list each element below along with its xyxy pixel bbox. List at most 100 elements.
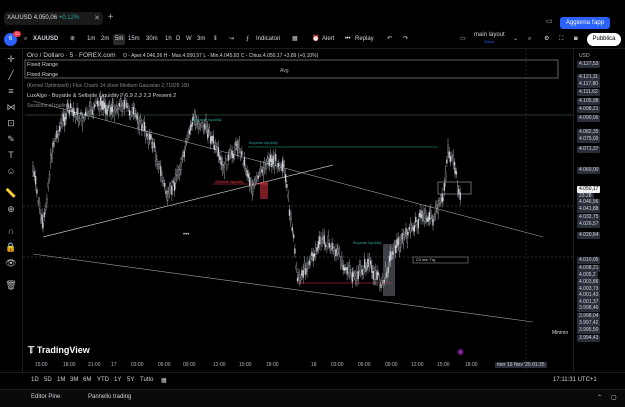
candle-body	[181, 156, 183, 160]
candle-body	[273, 158, 276, 168]
tf-D[interactable]: D	[176, 34, 180, 45]
candle-body	[299, 277, 302, 282]
tf-3m[interactable]: 3m	[197, 34, 205, 45]
crosshair-icon[interactable]: ✛	[5, 53, 17, 65]
camera-icon[interactable]: ◙	[574, 34, 578, 45]
indicator-fixed-range-1[interactable]: Fixed Range	[27, 62, 58, 68]
trash-icon[interactable]: 🗑	[5, 279, 17, 291]
candle-body	[36, 189, 38, 194]
chart-pane[interactable]: Oro / Dollaro · 5 · FOREX.com O - Aper.4…	[23, 49, 573, 372]
publish-button[interactable]: Pubblica	[587, 33, 621, 46]
tf-30m[interactable]: 30m	[146, 34, 158, 45]
chat-icon[interactable]: ▭	[546, 17, 553, 25]
eye-icon[interactable]: 👁	[5, 257, 17, 269]
candle-body	[311, 251, 313, 257]
layout-icon[interactable]: ▭	[460, 34, 466, 45]
candle-body	[315, 247, 317, 255]
indicators-icon[interactable]: ⨍	[246, 34, 249, 45]
tf-5m[interactable]: 5m	[113, 34, 126, 45]
price-label: 4.050,17	[577, 186, 601, 193]
candle-body	[272, 155, 274, 164]
zoom-icon[interactable]: ⊕	[5, 203, 17, 215]
range-ytd[interactable]: YTD	[97, 377, 109, 383]
range-3m[interactable]: 3M	[70, 377, 78, 383]
alert-icon[interactable]: ⏰	[312, 34, 319, 45]
candle-body	[42, 222, 44, 228]
alert-button[interactable]: Alert	[322, 34, 334, 45]
chevron-down-icon[interactable]: ⌄	[513, 34, 518, 45]
redo-icon[interactable]: ↷	[403, 34, 408, 45]
tab-symbol: XAUUSD	[7, 15, 33, 21]
lock-icon[interactable]: 🔒	[5, 241, 17, 253]
replay-icon[interactable]: ⏮	[345, 34, 350, 45]
tf-W[interactable]: W	[186, 34, 192, 45]
price-label: 4.082,35	[577, 129, 601, 136]
add-symbol-icon[interactable]: ⊕	[70, 34, 75, 45]
candle-body	[284, 174, 287, 183]
clock-label[interactable]: 17:11:31 UTC+1	[553, 377, 597, 383]
range-6m[interactable]: 6M	[83, 377, 91, 383]
range-5d[interactable]: 5D	[44, 377, 52, 383]
maximize-icon[interactable]: ▢	[611, 394, 617, 401]
tf-1h[interactable]: 1h	[165, 34, 172, 45]
symbol-legend[interactable]: Oro / Dollaro · 5 · FOREX.com	[27, 52, 116, 59]
upgrade-button[interactable]: Aggiorna l'app	[560, 17, 610, 29]
event-icon[interactable]: ◉	[457, 347, 464, 356]
tf-1m[interactable]: 1m	[87, 34, 95, 45]
candle-body	[234, 147, 236, 155]
candle-body	[201, 121, 203, 125]
fib-icon[interactable]: ≡	[5, 85, 17, 97]
candle-body	[362, 269, 365, 276]
indicator-kernel[interactable]: (Kernel Optimized) | Flux Charts 14 clos…	[27, 83, 189, 89]
range-5y[interactable]: 5Y	[127, 377, 134, 383]
indicator-fixed-range-2[interactable]: Fixed Range	[27, 72, 58, 78]
symbol-search[interactable]: XAUUSD	[33, 34, 58, 45]
candle-body	[117, 108, 119, 114]
time-axis[interactable]: 15:00 18:00 21:00 17 03:00 06:00 09:00 12:00 15:…	[23, 360, 573, 372]
replay-button[interactable]: Replay	[355, 34, 374, 45]
price-axis[interactable]: USD 4.127,53 4.121,11 4.117,80 4.111,62 4.105…	[573, 49, 625, 372]
browser-tab[interactable]: XAUUSD 4.050,06 +0.12% ✕	[4, 12, 103, 25]
brush-icon[interactable]: ✎	[5, 133, 17, 145]
candle-body	[264, 162, 266, 169]
chart-type-icon[interactable]: ↝	[229, 34, 234, 45]
candle-type-icon[interactable]: ⫴	[214, 34, 217, 45]
fullscreen-icon[interactable]: ⛶	[559, 34, 563, 45]
layouts-icon[interactable]: ▦	[292, 34, 298, 45]
candle-body	[232, 153, 235, 159]
candle-body	[317, 240, 320, 249]
pine-editor-tab[interactable]: Editor Pine	[31, 394, 60, 400]
collapse-icon[interactable]: ⌃	[597, 394, 602, 401]
indicator-sessions[interactable]: Sessions of trading	[27, 103, 70, 109]
candle-body	[113, 109, 115, 117]
range-1d[interactable]: 1D	[31, 377, 39, 383]
pattern-icon[interactable]: ⋈	[5, 101, 17, 113]
text-icon[interactable]: T	[5, 149, 17, 161]
price-label: 4.060,00	[577, 167, 601, 174]
new-tab-icon[interactable]: +	[104, 12, 117, 25]
range-1m[interactable]: 1M	[57, 377, 65, 383]
trading-panel-tab[interactable]: Pannello trading	[88, 394, 131, 400]
tf-15m[interactable]: 15m	[128, 34, 140, 45]
time-label: 21:00	[88, 362, 101, 368]
search-icon[interactable]: ⌕	[24, 34, 27, 45]
ruler-icon[interactable]: 📏	[5, 187, 17, 199]
smiley-icon[interactable]: ☺	[5, 165, 17, 177]
calendar-icon[interactable]: ▦	[161, 377, 167, 384]
search-icon-2[interactable]: ⌕	[528, 34, 531, 45]
candle-body	[94, 104, 96, 108]
indicator-luxalgo[interactable]: LuxAlgo - Buyside & Sellside Liquidity 7…	[27, 93, 176, 99]
close-icon[interactable]: ✕	[94, 12, 100, 25]
candle-body	[353, 273, 355, 277]
magnet-icon[interactable]: ∩	[5, 225, 17, 237]
settings-icon[interactable]: ⚙	[544, 34, 549, 45]
forecast-icon[interactable]: ⊡	[5, 117, 17, 129]
indicators-button[interactable]: Indicatori	[256, 34, 280, 45]
range-all[interactable]: Tutto	[140, 377, 153, 383]
candle-body	[222, 164, 224, 167]
tf-2m[interactable]: 2m	[101, 34, 109, 45]
trendline-icon[interactable]: ╱	[5, 69, 17, 81]
price-label: 3.997,42	[577, 320, 601, 327]
undo-icon[interactable]: ↶	[387, 34, 392, 45]
range-1y[interactable]: 1Y	[114, 377, 121, 383]
